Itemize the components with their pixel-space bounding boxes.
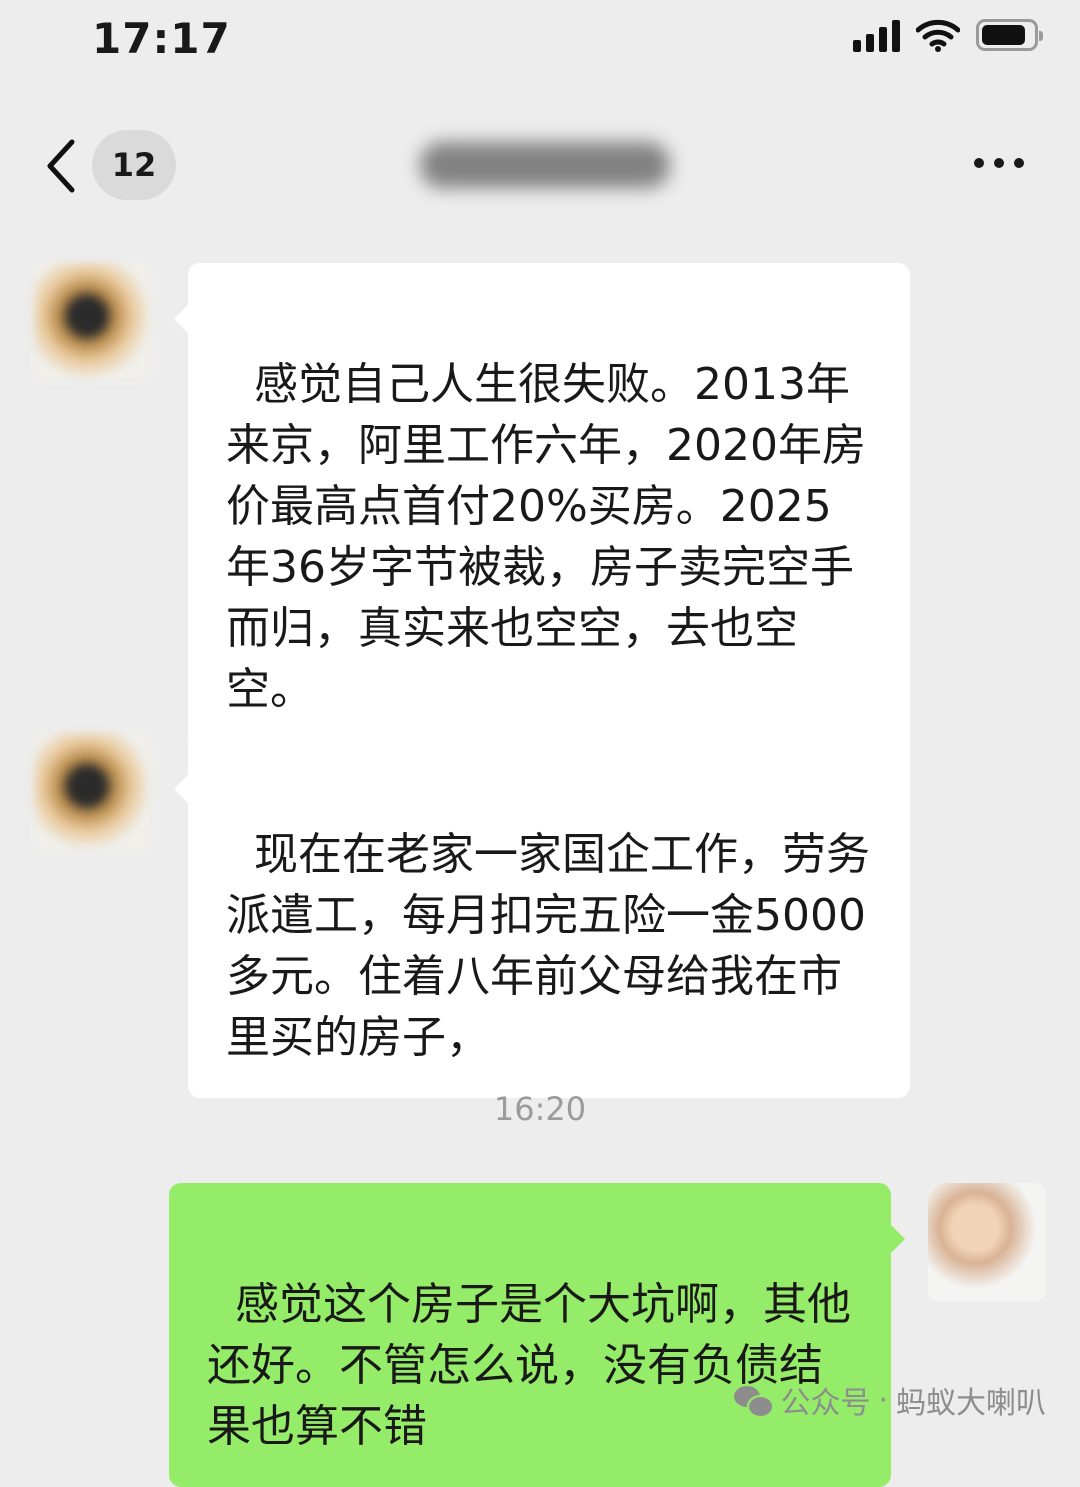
chevron-left-icon[interactable]	[40, 138, 84, 194]
contact-avatar[interactable]	[34, 263, 152, 381]
contact-name-blurred	[420, 142, 670, 188]
signal-icon	[853, 18, 900, 52]
message-text: 感觉这个房子是个大坑啊，其他还好。不管怎么说，没有负债结果也算不错	[207, 1279, 851, 1452]
battery-icon	[976, 19, 1043, 51]
watermark-label: 公众号	[780, 1386, 871, 1421]
message-bubble-incoming[interactable]: 现在在老家一家国企工作，劳务派遣工，每月扣完五险一金5000多元。住着八年前父母…	[174, 733, 910, 1098]
message-bubble-incoming[interactable]: 感觉自己人生很失败。2013年来京，阿里工作六年，2020年房价最高点首付20%…	[174, 263, 910, 750]
watermark-account: 蚂蚁大喇叭	[896, 1386, 1046, 1421]
my-avatar[interactable]	[928, 1183, 1046, 1301]
watermark: 公众号 · 蚂蚁大喇叭	[734, 1378, 1046, 1422]
status-time: 17:17	[92, 14, 231, 63]
chat-header: 12	[0, 100, 1080, 228]
chat-timestamp: 16:20	[493, 1090, 587, 1128]
message-text: 现在在老家一家国企工作，劳务派遣工，每月扣完五险一金5000多元。住着八年前父母…	[226, 829, 870, 1063]
message-bubble-outgoing[interactable]: 感觉这个房子是个大坑啊，其他还好。不管怎么说，没有负债结果也算不错	[169, 1183, 905, 1487]
contact-avatar[interactable]	[34, 733, 152, 851]
status-icons	[853, 18, 1043, 52]
more-icon[interactable]	[974, 158, 1024, 168]
status-bar: 17:17	[0, 0, 1080, 90]
wifi-icon	[916, 19, 960, 52]
unread-count-badge[interactable]: 12	[92, 130, 176, 200]
battery-level	[982, 25, 1025, 45]
message-text: 感觉自己人生很失败。2013年来京，阿里工作六年，2020年房价最高点首付20%…	[226, 359, 866, 715]
wechat-icon	[734, 1384, 775, 1418]
watermark-separator: ·	[878, 1382, 888, 1418]
